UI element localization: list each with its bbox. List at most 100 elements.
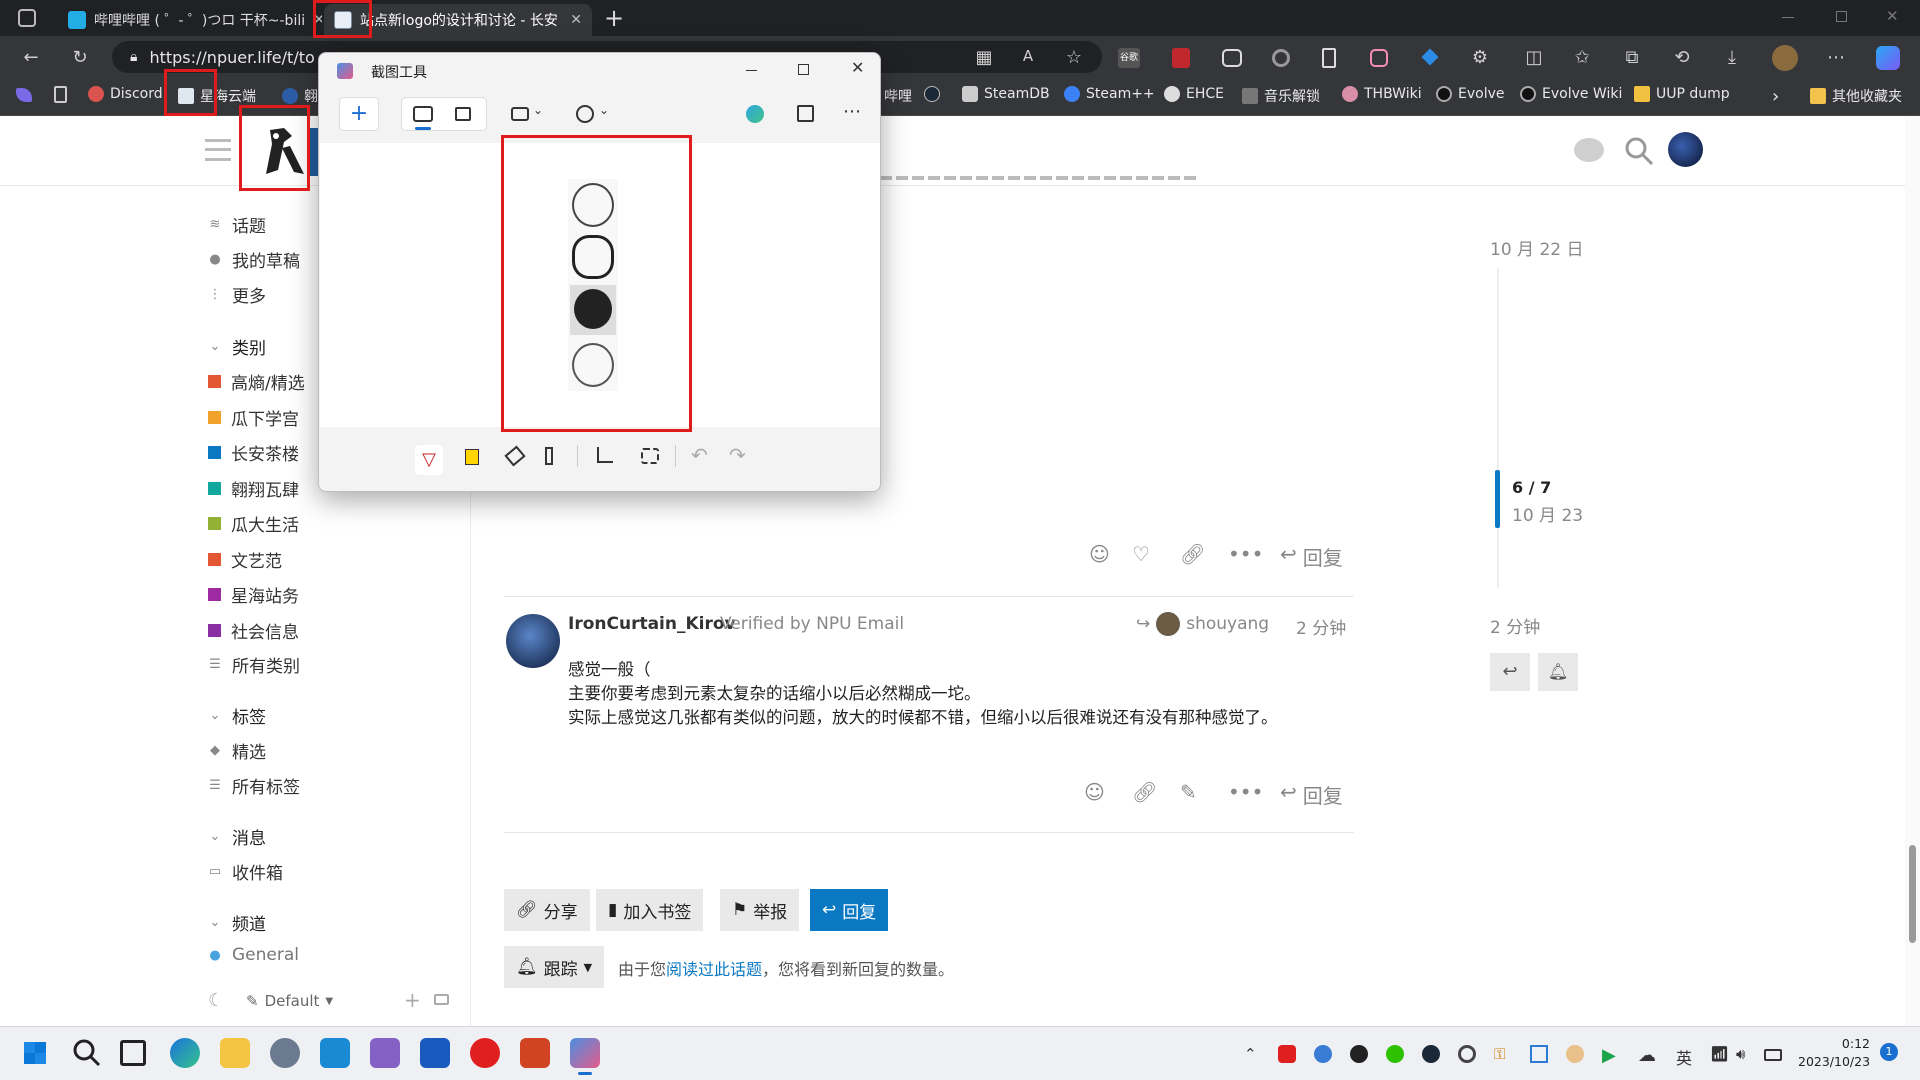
task-view-icon[interactable] (120, 1040, 146, 1066)
tray-app-red-icon[interactable] (1278, 1045, 1296, 1063)
crop-icon[interactable] (597, 447, 613, 463)
tray-qq-icon[interactable] (1350, 1045, 1368, 1063)
sidebar-item-drafts[interactable]: ● 我的草稿 (208, 247, 300, 272)
taskbar-search-icon[interactable] (72, 1038, 102, 1073)
sidebar-item-category[interactable]: 文艺范 (208, 547, 282, 572)
sidebar-section-channels[interactable]: ⌄ 频道 (208, 910, 266, 935)
bookmark-folder-other[interactable]: 其他收藏夹 (1810, 86, 1902, 106)
bookmark-thbwiki[interactable]: THBWiki (1342, 86, 1422, 102)
start-windows-icon[interactable] (22, 1040, 48, 1066)
undo-icon[interactable]: ↶ (691, 443, 708, 467)
show-hidden-icons-chevron-icon[interactable]: ⌃ (1244, 1045, 1257, 1063)
timeline-notify-button[interactable]: 🔔︎ (1538, 653, 1578, 691)
bookmark-steam[interactable] (924, 86, 940, 102)
back-icon[interactable]: ← (19, 47, 43, 68)
sidebar-section-messages[interactable]: ⌄ 消息 (208, 824, 266, 849)
copy-link-icon[interactable]: 🔗︎ (1132, 780, 1157, 804)
maximize-window-icon[interactable] (1836, 11, 1847, 22)
wifi-icon[interactable]: 📶︎ (1710, 1045, 1729, 1063)
snip-shape-dropdown-icon[interactable] (511, 107, 529, 121)
like-heart-icon[interactable]: ♡ (1132, 542, 1150, 566)
bookmark-evolve-wiki[interactable]: Evolve Wiki (1520, 86, 1622, 102)
extension-ring-icon[interactable] (1272, 49, 1290, 67)
post-time[interactable]: 2 分钟 (1296, 614, 1346, 639)
edit-pencil-icon[interactable]: ✎ (1180, 780, 1197, 804)
text-actions-icon[interactable] (641, 448, 659, 464)
current-user-avatar[interactable] (1668, 132, 1703, 167)
apps-icon[interactable]: ▦ (972, 47, 996, 68)
bookmark-ehce[interactable]: EHCE (1164, 86, 1224, 102)
bookmark-steamdb[interactable]: SteamDB (962, 86, 1050, 102)
bookmark-ao[interactable]: 翱 (282, 86, 318, 106)
timeline-start-date[interactable]: 10 月 22 日 (1490, 235, 1583, 260)
theme-selector[interactable]: ✎ Default ▼ (246, 992, 333, 1010)
extension-gugu-icon[interactable]: 谷歌 (1118, 48, 1140, 68)
post-author-name[interactable]: IronCurtain_Kirov (568, 614, 736, 634)
bookmark-music-unlock[interactable]: 音乐解锁 (1242, 86, 1320, 106)
snip-maximize-icon[interactable] (798, 64, 809, 75)
new-tab-button[interactable]: + (604, 4, 624, 32)
edge-share-icon[interactable] (746, 105, 764, 123)
tab-bilibili[interactable]: 哔哩哔哩 ( ゜- ゜)つロ 干杯~-bili ✕ (58, 4, 322, 36)
reply-topic-button[interactable]: ↩ 回复 (810, 889, 889, 931)
save-icon[interactable] (797, 105, 814, 122)
bookmark-uup-dump[interactable]: UUP dump (1634, 86, 1730, 102)
react-icon[interactable]: ☺ (1084, 780, 1105, 804)
sidebar-item-category[interactable]: 瓜大生活 (208, 511, 299, 536)
snipping-tool-taskbar-icon[interactable] (570, 1038, 600, 1068)
sidebar-item-all-categories[interactable]: ☰ 所有类别 (208, 652, 300, 677)
profile-avatar[interactable] (1772, 45, 1798, 71)
bookmark-bili[interactable]: 哔哩 (884, 86, 912, 106)
snip-minimize-icon[interactable] (746, 70, 757, 71)
bookmark-discord[interactable]: Discord (88, 86, 163, 102)
page-scrollbar[interactable] (1905, 116, 1920, 1026)
ballpoint-pen-icon[interactable]: ▽ (415, 445, 443, 475)
tray-wechat-icon[interactable] (1386, 1045, 1404, 1063)
extensions-puzzle-icon[interactable]: ⚙ (1468, 47, 1492, 68)
extension-bin-icon[interactable] (1322, 48, 1336, 68)
sidebar-section-categories[interactable]: ⌄ 类别 (208, 334, 266, 359)
highlighter-icon[interactable] (465, 449, 479, 465)
file-explorer-icon[interactable] (220, 1038, 250, 1068)
extension-cat-icon[interactable] (1370, 49, 1388, 67)
snip-close-icon[interactable]: ✕ (851, 58, 864, 77)
sidebar-item-more[interactable]: ⋮ 更多 (208, 282, 267, 307)
sidebar-section-tags[interactable]: ⌄ 标签 (208, 703, 266, 728)
notification-badge[interactable]: 1 (1880, 1043, 1898, 1061)
input-language-indicator[interactable]: 英 (1676, 1045, 1692, 1069)
collections-icon[interactable]: ⧉ (1620, 47, 1644, 68)
close-tab-icon[interactable]: ✕ (570, 12, 582, 28)
favorite-star-icon[interactable]: ☆ (1062, 47, 1086, 68)
sidebar-item-category[interactable]: 社会信息 (208, 618, 299, 643)
word-icon[interactable] (420, 1038, 450, 1068)
close-window-icon[interactable]: ✕ (1886, 7, 1899, 25)
minimize-window-icon[interactable] (1782, 17, 1794, 18)
more-actions-icon[interactable]: ••• (1228, 780, 1263, 804)
volume-icon[interactable]: 🔊︎ (1736, 1045, 1745, 1063)
sidebar-item-inbox[interactable]: ▭ 收件箱 (208, 859, 283, 884)
extension-mask-icon[interactable] (1222, 49, 1242, 67)
timer-icon[interactable] (576, 105, 594, 123)
tray-app-blue-icon[interactable] (1314, 1045, 1332, 1063)
share-button[interactable]: 🔗︎ 分享 (504, 889, 590, 931)
settings-more-icon[interactable]: ⋯ (1824, 47, 1848, 68)
tray-download-icon[interactable] (1530, 1045, 1548, 1063)
new-snip-button[interactable]: + (339, 97, 379, 131)
edge-app-icon[interactable] (170, 1038, 200, 1068)
hamburger-menu-icon[interactable] (205, 139, 231, 161)
tray-cat-icon[interactable] (1566, 1045, 1584, 1063)
reply-button[interactable]: ↩ 回复 (1280, 542, 1343, 571)
copy-link-icon[interactable]: 🔗︎ (1180, 542, 1205, 566)
tray-play-icon[interactable]: ▶ (1602, 1045, 1616, 1066)
search-icon[interactable] (1624, 136, 1654, 171)
sidebar-item-channel-general[interactable]: ● General (208, 945, 299, 965)
bookmark-button[interactable]: ▮ 加入书签 (596, 889, 704, 931)
bookmark-steampp[interactable]: Steam++ (1064, 86, 1155, 102)
sidebar-item-category[interactable]: 高熵/精选 (208, 369, 305, 394)
sidebar-item-category[interactable]: 瓜下学宫 (208, 405, 299, 430)
copilot-icon[interactable] (1876, 46, 1900, 70)
settings-gear-icon[interactable] (270, 1038, 300, 1068)
history-icon[interactable]: ⟲ (1670, 47, 1694, 68)
video-icon[interactable] (455, 107, 471, 121)
downloads-icon[interactable]: ⤓ (1720, 47, 1744, 68)
